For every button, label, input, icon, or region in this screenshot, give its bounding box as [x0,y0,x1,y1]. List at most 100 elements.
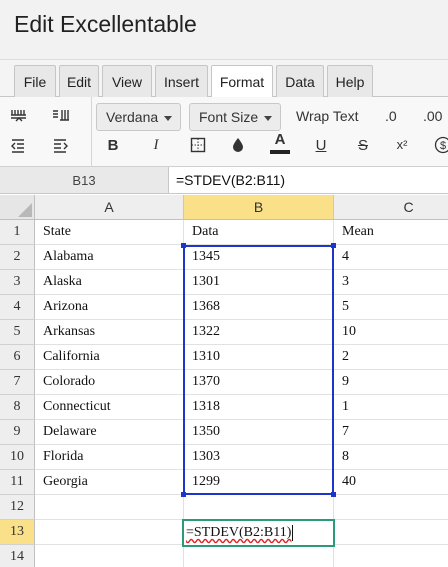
menu-file[interactable]: File [14,65,56,97]
text-caret [292,525,294,541]
font-size-dropdown[interactable]: Font Size [189,103,281,131]
cell-a[interactable]: Arizona [35,295,184,320]
menu-edit[interactable]: Edit [59,65,99,97]
row-header[interactable]: 5 [0,320,35,345]
insert-column-icon[interactable] [50,105,72,127]
bold-button[interactable]: B [102,134,124,156]
chevron-down-icon [264,116,272,121]
cell-c[interactable]: 4 [334,245,448,270]
menu-data[interactable]: Data [276,65,324,97]
underline-button[interactable]: U [310,134,332,156]
select-all-corner[interactable] [0,195,35,220]
row-header[interactable]: 10 [0,445,35,470]
font-family-dropdown[interactable]: Verdana [96,103,181,131]
column-header-b[interactable]: B [184,195,334,220]
italic-button[interactable]: I [145,134,167,156]
cell-c[interactable]: 7 [334,420,448,445]
cell-c[interactable]: 1 [334,395,448,420]
cell-a[interactable] [35,520,184,545]
cell-a[interactable]: Arkansas [35,320,184,345]
borders-icon[interactable] [187,134,209,156]
cell-c[interactable]: 9 [334,370,448,395]
formula-bar: B13 =STDEV(B2:B11) [0,167,448,194]
cell-b[interactable]: 1301 [184,270,334,295]
cell-b[interactable]: Data [184,220,334,245]
cell-a[interactable]: Georgia [35,470,184,495]
select-all-icon [18,203,32,217]
menu-help[interactable]: Help [327,65,373,97]
toolbar-separator [91,97,92,167]
font-family-value: Verdana [106,109,159,125]
menu-bar: File Edit View Insert Format Data Help [0,60,448,98]
increase-decimal-button[interactable]: .00 [423,108,442,124]
row-header[interactable]: 1 [0,220,35,245]
formula-input[interactable]: =STDEV(B2:B11) [176,172,285,188]
row-header[interactable]: 8 [0,395,35,420]
cell-b[interactable]: 1345 [184,245,334,270]
cell-b[interactable]: 1299 [184,470,334,495]
row-header[interactable]: 4 [0,295,35,320]
column-header-a[interactable]: A [35,195,184,220]
cell-a[interactable]: California [35,345,184,370]
cell-b[interactable]: 1368 [184,295,334,320]
page-title: Edit Excellentable [14,11,197,37]
wrap-text-button[interactable]: Wrap Text [296,108,359,124]
menu-insert[interactable]: Insert [155,65,208,97]
strikethrough-button[interactable]: S [352,134,374,156]
cell-b[interactable]: 1322 [184,320,334,345]
text-color-icon[interactable]: A [268,132,292,154]
cell-a[interactable]: Colorado [35,370,184,395]
cell-a[interactable] [35,495,184,520]
cell-b[interactable]: 1370 [184,370,334,395]
cell-c[interactable]: 5 [334,295,448,320]
cell-b[interactable]: 1350 [184,420,334,445]
cell-a[interactable]: Delaware [35,420,184,445]
cell-c[interactable]: 8 [334,445,448,470]
row-header[interactable]: 2 [0,245,35,270]
cell-c[interactable] [334,495,448,520]
cell-a[interactable] [35,545,184,567]
spreadsheet-grid[interactable]: A B C 1 State Data Mean 2 Alabama 1345 4 3 Alaska… [0,195,448,567]
cell-a[interactable]: State [35,220,184,245]
menu-view[interactable]: View [102,65,152,97]
cell-c[interactable]: 10 [334,320,448,345]
cell-a[interactable]: Alabama [35,245,184,270]
column-header-c[interactable]: C [334,195,448,220]
cell-b[interactable]: 1310 [184,345,334,370]
row-header[interactable]: 12 [0,495,35,520]
insert-row-above-icon[interactable] [8,105,30,127]
svg-text:$: $ [440,140,446,152]
row-header[interactable]: 7 [0,370,35,395]
cell-b[interactable] [184,545,334,567]
fill-color-icon[interactable] [227,134,249,156]
row-header[interactable]: 11 [0,470,35,495]
cell-c[interactable]: 40 [334,470,448,495]
superscript-button[interactable]: x² [391,133,413,155]
decrease-indent-icon[interactable] [8,134,30,156]
decrease-decimal-button[interactable]: .0 [385,108,397,124]
cell-editor[interactable]: =STDEV(B2:B11) [182,519,335,547]
cell-c[interactable]: 3 [334,270,448,295]
cell-a[interactable]: Alaska [35,270,184,295]
currency-button[interactable]: $ [432,134,448,156]
row-header[interactable]: 3 [0,270,35,295]
cell-c[interactable] [334,520,448,545]
font-size-value: Font Size [199,109,259,125]
cell-b[interactable]: 1303 [184,445,334,470]
row-header[interactable]: 13 [0,520,35,545]
row-header[interactable]: 9 [0,420,35,445]
row-header[interactable]: 14 [0,545,35,567]
cell-b[interactable] [184,495,334,520]
menu-format[interactable]: Format [211,65,273,98]
increase-indent-icon[interactable] [50,134,72,156]
chevron-down-icon [164,116,172,121]
row-header[interactable]: 6 [0,345,35,370]
cell-b[interactable]: 1318 [184,395,334,420]
cell-a[interactable]: Florida [35,445,184,470]
cell-c[interactable] [334,545,448,567]
cell-editor-text: =STDEV(B2:B11) [186,525,292,540]
cell-c[interactable]: 2 [334,345,448,370]
cell-a[interactable]: Connecticut [35,395,184,420]
cell-c[interactable]: Mean [334,220,448,245]
cell-reference-box[interactable]: B13 [0,167,169,193]
